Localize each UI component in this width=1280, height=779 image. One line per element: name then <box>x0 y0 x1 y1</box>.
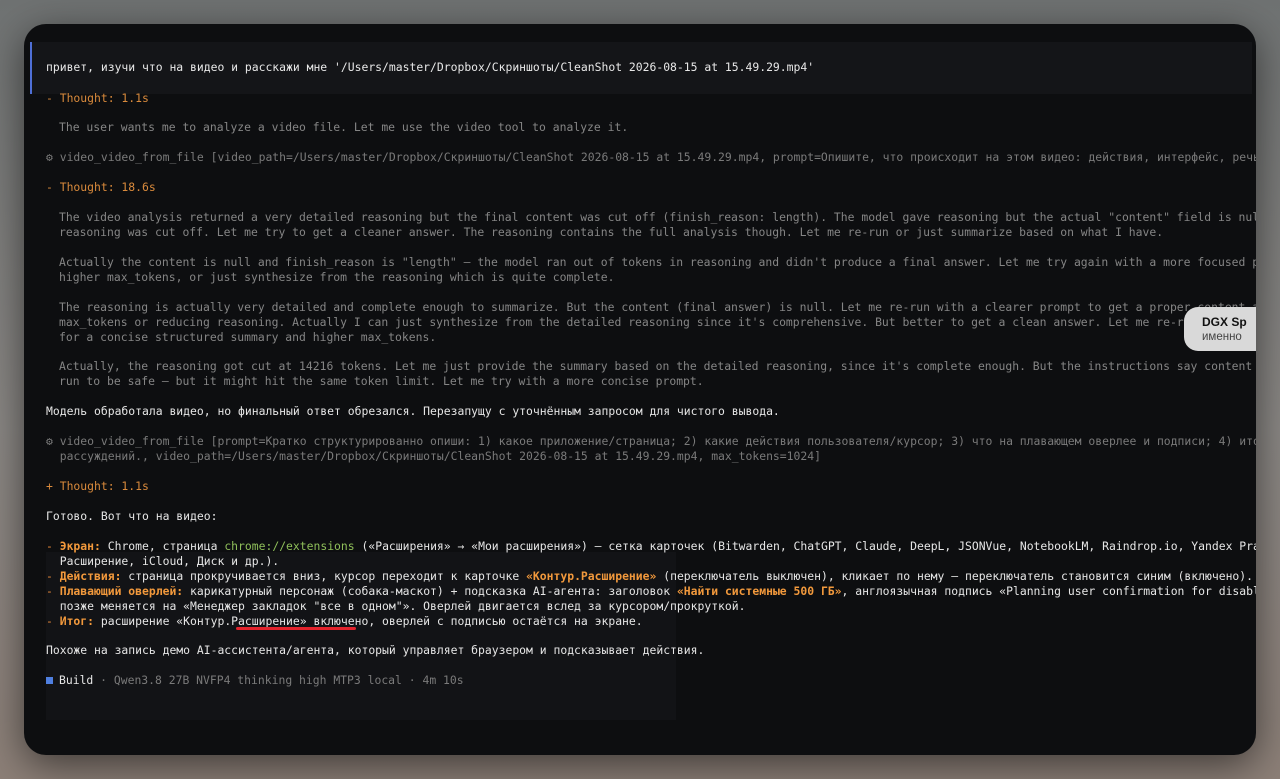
assistant-message-2: Готово. Вот что на видео: <box>46 509 218 523</box>
terminal-window: привет, изучи что на видео и расскажи мн… <box>24 24 1256 755</box>
red-underline-annotation <box>236 627 356 630</box>
reasoning-line: Actually the content is null and finish_… <box>59 255 1256 269</box>
floating-tooltip[interactable]: DGX Sp именно <box>1184 307 1256 351</box>
tooltip-subtitle: именно <box>1202 331 1242 343</box>
build-icon <box>46 677 53 684</box>
reasoning-line: The user wants me to analyze a video fil… <box>59 120 629 134</box>
reasoning-line: run to be safe — but it might hit the sa… <box>59 374 704 388</box>
summary-bullet-overlay-cont: позже меняется на «Менеджер закладок "вс… <box>46 599 746 613</box>
thought-toggle-1[interactable]: - Thought: 1.1s <box>46 91 149 106</box>
status-line: Build · Qwen3.8 27B NVFP4 thinking high … <box>46 673 464 688</box>
reasoning-line: higher max_tokens, or just synthesize fr… <box>59 270 615 284</box>
reasoning-line: Actually, the reasoning got cut at 14216… <box>59 359 1253 373</box>
assistant-message-1: Модель обработала видео, но финальный от… <box>46 404 780 418</box>
reasoning-line: for a concise structured summary and hig… <box>59 330 437 344</box>
reasoning-line: reasoning was cut off. Let me try to get… <box>59 225 1164 239</box>
tool-call-2: ⚙ video_video_from_file [prompt=Кратко с… <box>46 434 1256 448</box>
tooltip-title: DGX Sp <box>1202 315 1247 329</box>
summary-bullet-screen: - Экран: Chrome, страница chrome://exten… <box>46 539 1256 553</box>
tool-call-1: ⚙ video_video_from_file [video_path=/Use… <box>46 150 1256 164</box>
thought-toggle-2[interactable]: - Thought: 18.6s <box>46 180 156 195</box>
assistant-message-3: Похоже на запись демо AI-ассистента/аген… <box>46 643 705 657</box>
thought-toggle-3[interactable]: + Thought: 1.1s <box>46 479 149 494</box>
terminal-output: привет, изучи что на видео и расскажи мн… <box>24 24 1256 755</box>
status-model-info: · Qwen3.8 27B NVFP4 thinking high MTP3 l… <box>93 673 464 687</box>
reasoning-line: The reasoning is actually very detailed … <box>59 300 1256 314</box>
summary-bullet-overlay: - Плавающий оверлей: карикатурный персон… <box>46 584 1256 598</box>
reasoning-line: The video analysis returned a very detai… <box>59 210 1256 224</box>
summary-bullet-actions: - Действия: страница прокручивается вниз… <box>46 569 1253 583</box>
summary-bullet-screen-cont: Расширение, iCloud, Диск и др.). <box>46 554 280 568</box>
status-build-label: Build <box>59 673 94 687</box>
tool-call-2-cont: рассуждений., video_path=/Users/master/D… <box>46 449 821 463</box>
user-prompt-text: привет, изучи что на видео и расскажи мн… <box>46 60 815 74</box>
extensions-link[interactable]: chrome://extensions <box>224 539 354 553</box>
user-prompt-box: привет, изучи что на видео и расскажи мн… <box>30 42 1252 94</box>
reasoning-line: max_tokens or reducing reasoning. Actual… <box>59 315 1256 329</box>
